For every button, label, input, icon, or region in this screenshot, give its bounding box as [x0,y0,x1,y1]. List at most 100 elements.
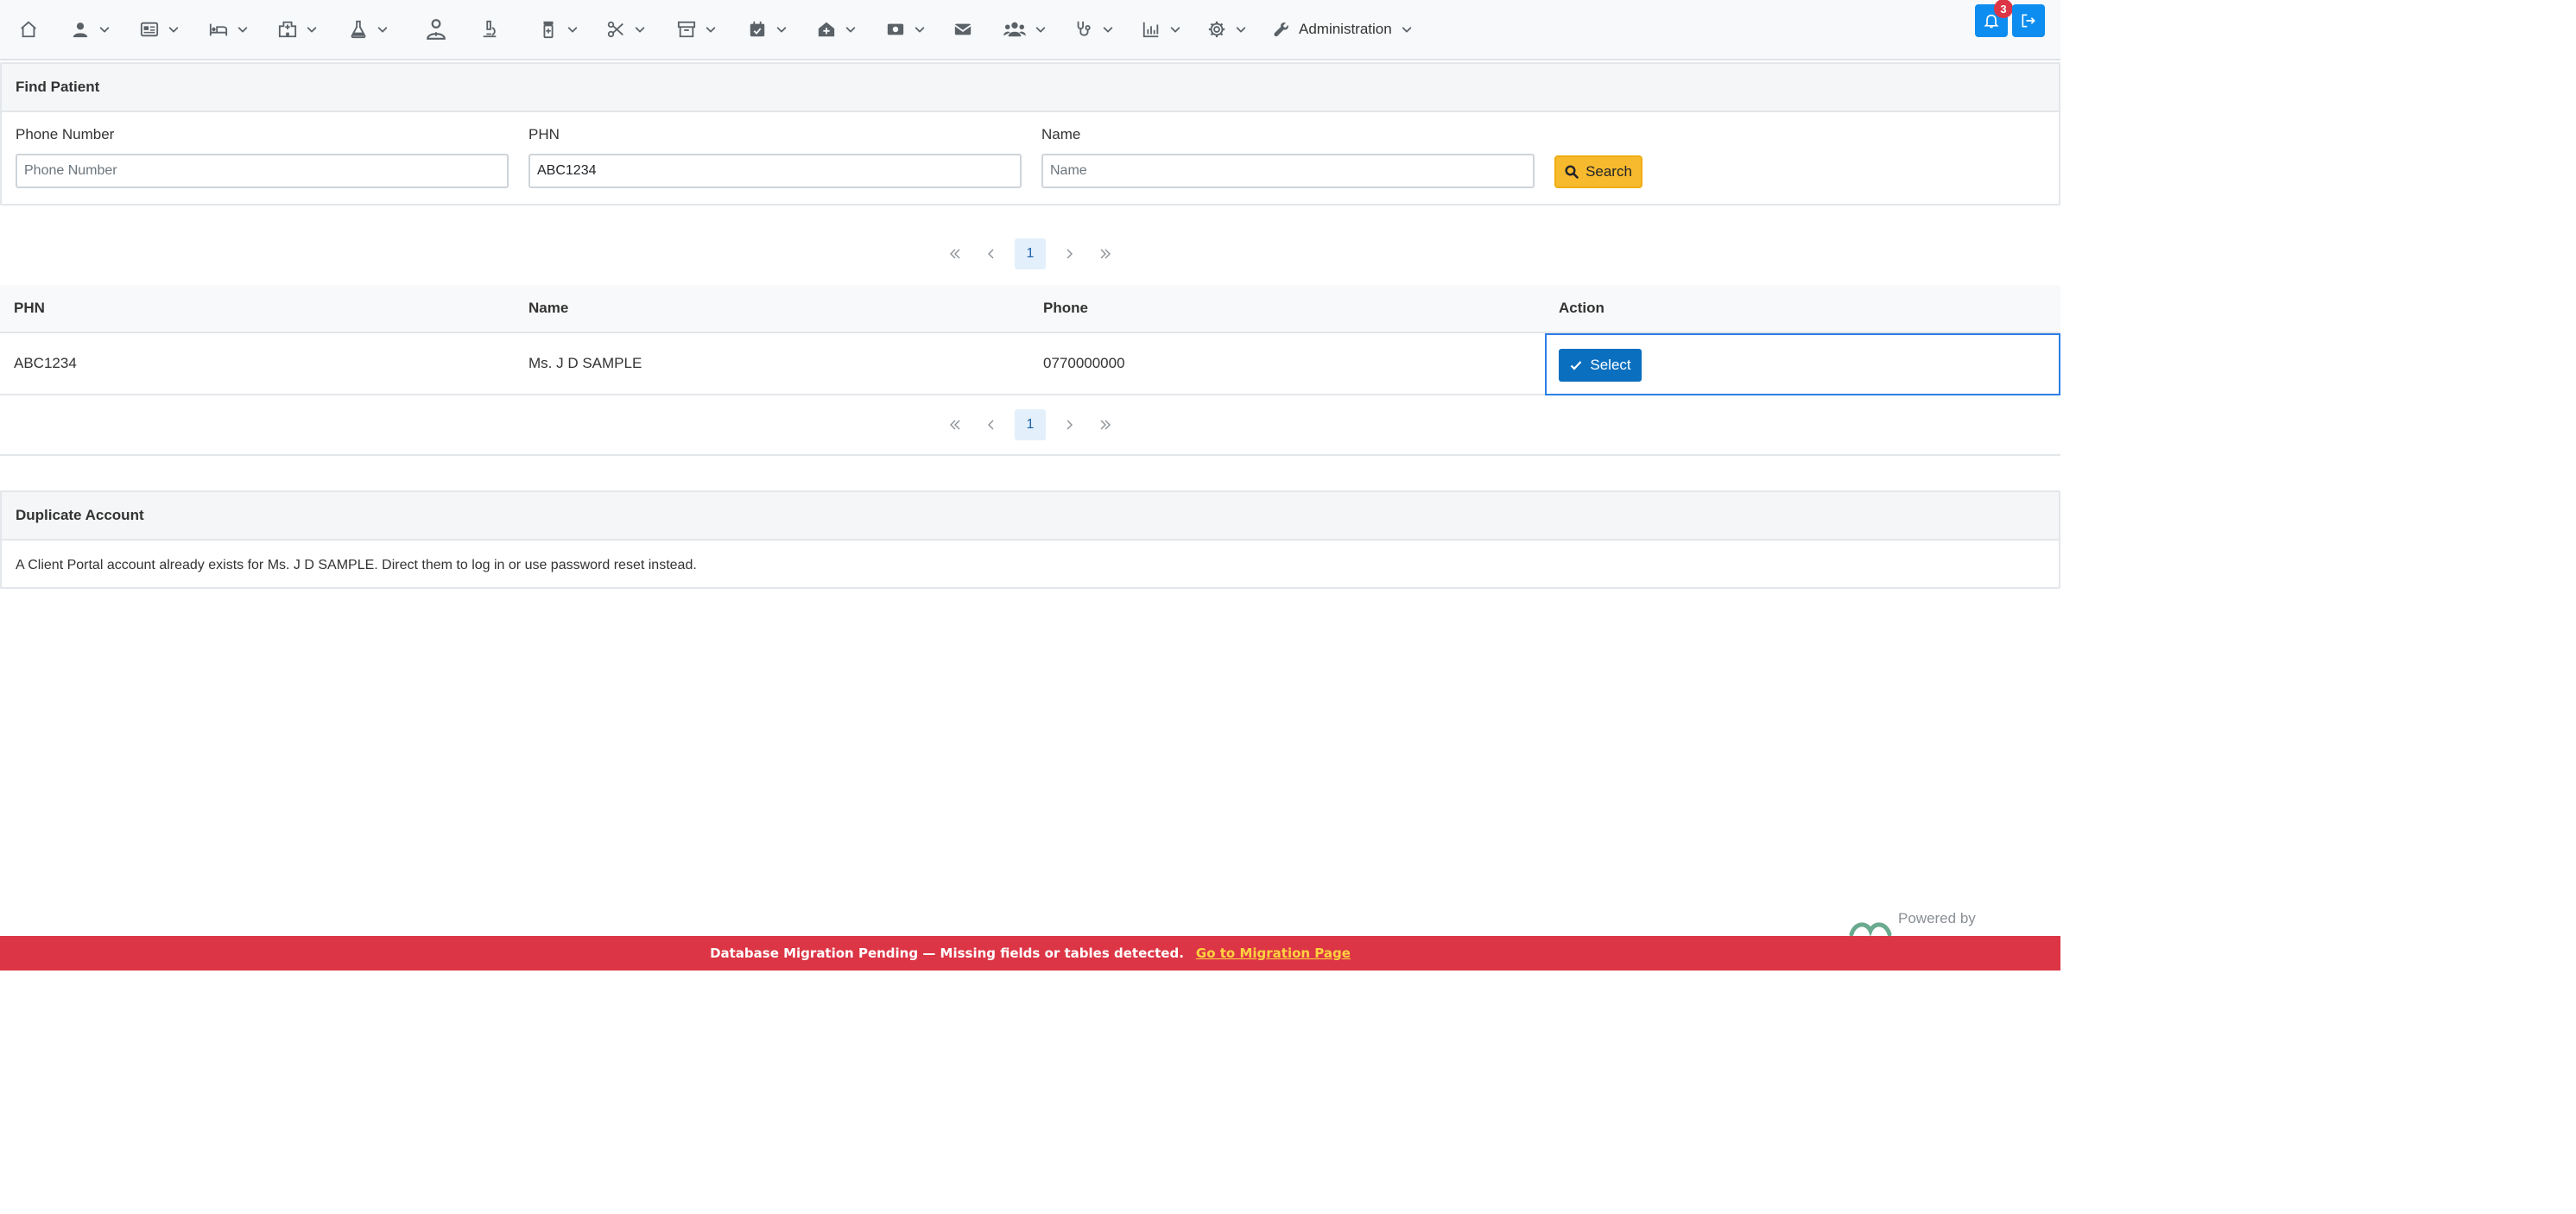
phone-number-label: Phone Number [16,126,115,142]
bar-chart-icon [1142,22,1159,38]
results-table-header: PHN Name Phone Action [0,285,2060,333]
pill-bottle-icon [543,21,554,39]
chevron-down-icon [1035,23,1047,35]
last-page-button[interactable] [1092,239,1118,269]
chevron-down-icon [914,23,926,35]
nav-store-menu[interactable] [677,0,717,59]
nav-home[interactable] [19,0,38,59]
next-page-button[interactable] [1056,239,1082,269]
double-chevron-left-icon [950,249,960,259]
column-header-phn[interactable]: PHN [14,285,45,332]
doctor-icon [427,19,446,40]
house-medical-icon [818,22,835,37]
calendar-icon [750,21,765,37]
table-row[interactable]: ABC1234 Ms. J D SAMPLE 0770000000 Select [0,333,2060,395]
banner-text: Database Migration Pending — Missing fie… [710,945,1184,961]
phone-number-input[interactable] [16,154,509,188]
migration-warning-banner: Database Migration Pending — Missing fie… [0,936,2060,971]
paginator-bottom: 1 [0,406,2060,444]
name-label: Name [1041,126,1081,142]
column-header-phone[interactable]: Phone [1043,285,1088,332]
row-action-cell: Select [1545,333,2060,395]
row-name: Ms. J D SAMPLE [528,355,642,371]
stethoscope-icon [1077,21,1091,36]
nav-clinic-menu[interactable] [817,0,857,59]
archive-icon [677,21,696,38]
migration-page-link[interactable]: Go to Migration Page [1196,945,1351,961]
nav-patient-menu[interactable] [71,0,111,59]
nav-lab-menu[interactable] [349,0,389,59]
id-card-icon [140,22,159,37]
row-phone: 0770000000 [1043,355,1125,371]
logout-button[interactable] [2012,4,2045,37]
prev-page-button[interactable] [978,410,1004,439]
select-button[interactable]: Select [1559,349,1642,382]
nav-appointments-menu[interactable] [748,0,788,59]
page-number-button[interactable]: 1 [1015,409,1046,440]
double-chevron-right-icon [1100,420,1111,430]
chevron-down-icon [1401,23,1413,35]
name-input[interactable] [1041,154,1535,188]
nav-inward-menu[interactable] [209,0,249,59]
divider [0,454,2060,456]
next-page-button[interactable] [1056,410,1082,439]
chevron-left-icon [988,249,994,259]
chevron-down-icon [634,23,646,35]
scissors-icon [607,21,623,38]
search-button[interactable]: Search [1554,155,1642,188]
chevron-down-icon [237,23,249,35]
column-header-name[interactable]: Name [528,285,568,332]
chevron-left-icon [988,420,994,430]
nav-messages[interactable] [953,0,972,59]
paginator-top: 1 [0,235,2060,273]
chevron-down-icon [1169,23,1181,35]
double-chevron-right-icon [1100,249,1111,259]
top-navbar: Administration 3 [0,0,2060,60]
administration-label: Administration [1299,21,1392,37]
nav-administration-menu[interactable]: Administration [1273,0,1413,59]
column-header-action: Action [1559,300,1604,316]
find-patient-card: Find Patient Phone Number PHN Name Searc… [0,62,2060,205]
nav-payments-menu[interactable] [886,0,926,59]
chevron-right-icon [1066,420,1073,430]
last-page-button[interactable] [1092,410,1118,439]
nav-billing-menu[interactable] [140,0,180,59]
phn-input[interactable] [528,154,1022,188]
nav-pharmacy-menu[interactable] [539,0,579,59]
nav-microscope[interactable] [480,0,499,59]
nav-users-menu[interactable] [1003,0,1047,59]
prev-page-button[interactable] [978,239,1004,269]
bed-icon [209,23,228,36]
double-chevron-left-icon [950,420,960,430]
nav-clinical-menu[interactable] [1074,0,1114,59]
nav-theatre-menu[interactable] [606,0,646,59]
duplicate-account-card: Duplicate Account A Client Portal accoun… [0,490,2060,589]
page-number-button[interactable]: 1 [1015,238,1046,269]
chevron-down-icon [306,23,318,35]
chevron-down-icon [1102,23,1114,35]
chevron-right-icon [1066,249,1073,259]
duplicate-account-title: Duplicate Account [2,492,2059,541]
chevron-down-icon [98,23,111,35]
first-page-button[interactable] [942,239,968,269]
brand-logo-icon [1849,922,1892,936]
chevron-down-icon [705,23,717,35]
check-icon [1571,361,1582,370]
select-button-label: Select [1590,357,1631,373]
nav-hospital-menu[interactable] [278,0,318,59]
chevron-down-icon [1235,23,1247,35]
row-phn: ABC1234 [14,355,77,371]
first-page-button[interactable] [942,410,968,439]
envelope-icon [954,23,972,35]
notifications-button[interactable]: 3 [1975,0,2013,37]
search-icon [1565,165,1579,179]
users-icon [1003,22,1026,37]
nav-doctor[interactable] [425,0,447,59]
chevron-down-icon [168,23,180,35]
nav-reports-menu[interactable] [1142,0,1181,59]
find-patient-title: Find Patient [2,64,2059,112]
nav-settings-menu[interactable] [1207,0,1247,59]
notification-count-badge: 3 [1994,0,2013,18]
wrench-icon [1274,22,1288,37]
powered-by-text: Powered by [1898,910,1976,926]
